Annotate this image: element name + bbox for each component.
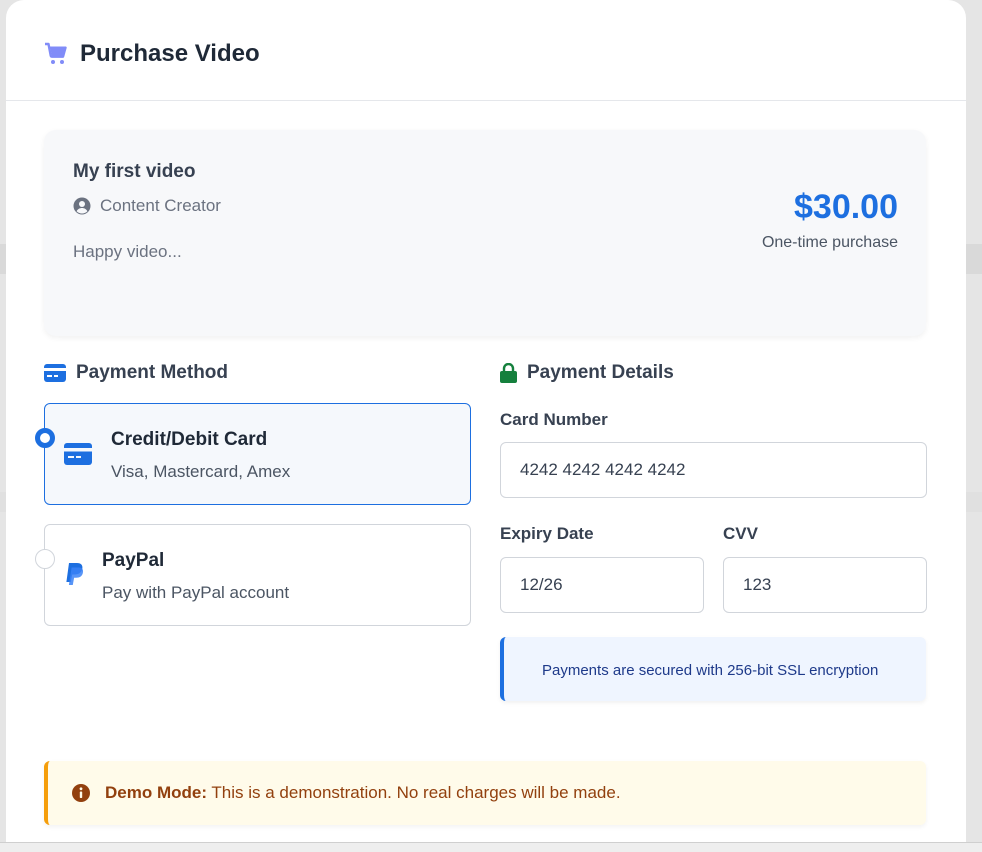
cvv-label: CVV — [723, 524, 758, 543]
demo-mode-message: This is a demonstration. No real charges… — [207, 783, 621, 802]
secure-payment-text: Payments are secured with 256-bit SSL en… — [542, 662, 879, 679]
demo-mode-notice: Demo Mode: This is a demonstration. No r… — [44, 761, 926, 825]
secure-payment-note: Payments are secured with 256-bit SSL en… — [500, 637, 926, 701]
demo-mode-strong: Demo Mode: — [105, 783, 207, 802]
paypal-radio[interactable] — [35, 549, 55, 569]
video-price: $30.00 — [794, 188, 898, 226]
background-bottom-bar — [0, 842, 982, 852]
credit-card-icon — [64, 443, 92, 465]
payment-method-heading: Payment Method — [44, 362, 228, 384]
payment-option-paypal[interactable]: PayPal Pay with PayPal account — [35, 524, 471, 626]
creator-row: Content Creator — [73, 196, 221, 216]
modal-header: Purchase Video — [6, 0, 966, 101]
video-title: My first video — [73, 161, 196, 182]
cvv-input[interactable] — [723, 557, 927, 613]
card-radio[interactable] — [35, 428, 55, 448]
payment-option-card[interactable]: Credit/Debit Card Visa, Mastercard, Amex — [35, 403, 471, 505]
card-number-input[interactable] — [500, 442, 927, 498]
creator-name: Content Creator — [100, 196, 221, 215]
card-option-sub: Visa, Mastercard, Amex — [111, 462, 291, 481]
paypal-icon — [66, 563, 84, 585]
paypal-option-label: PayPal — [102, 550, 165, 571]
user-circle-icon — [73, 197, 91, 215]
cart-icon — [45, 42, 67, 64]
expiry-date-label: Expiry Date — [500, 524, 594, 543]
credit-card-icon — [44, 364, 66, 382]
paypal-option-sub: Pay with PayPal account — [102, 583, 290, 602]
lock-icon — [500, 363, 517, 383]
card-number-label: Card Number — [500, 410, 608, 429]
modal-title: Purchase Video — [80, 40, 260, 67]
expiry-date-input[interactable] — [500, 557, 704, 613]
info-icon — [72, 784, 90, 802]
purchase-modal: Purchase Video My first video Content Cr… — [6, 0, 966, 842]
video-description: Happy video... — [73, 242, 182, 261]
demo-mode-text: Demo Mode: This is a demonstration. No r… — [105, 783, 621, 803]
card-option-label: Credit/Debit Card — [111, 429, 268, 450]
payment-method-heading-text: Payment Method — [76, 362, 229, 383]
payment-details-heading-text: Payment Details — [527, 362, 674, 383]
price-note: One-time purchase — [761, 234, 898, 251]
payment-details-heading: Payment Details — [500, 362, 674, 384]
video-summary-card: My first video Content Creator Happy vid… — [44, 130, 926, 336]
